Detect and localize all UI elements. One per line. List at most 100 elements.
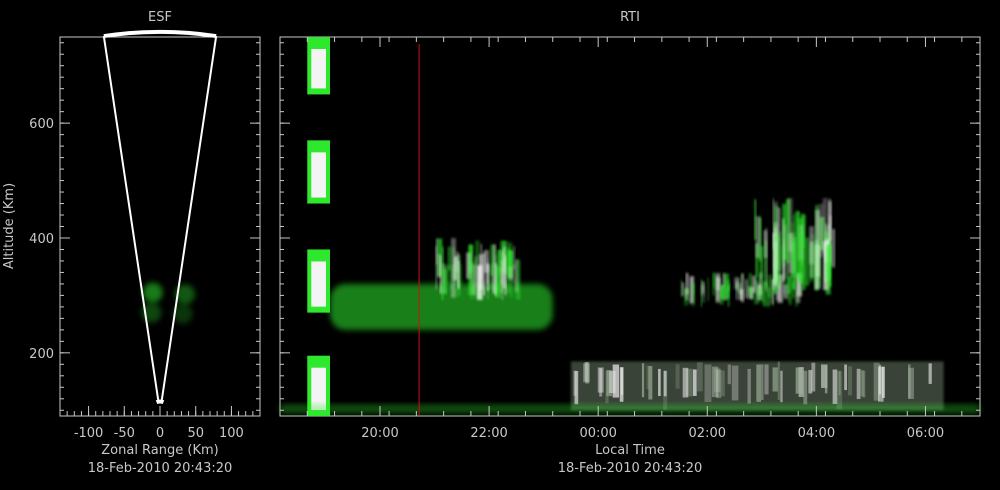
rti-echo-streak <box>908 367 914 399</box>
rti-echo-streak <box>836 371 843 410</box>
rti-x-tick-label: 04:00 <box>798 426 835 441</box>
rti-echo-streak <box>468 244 473 296</box>
rti-echo-streak <box>499 267 503 286</box>
rti-echo-streak <box>795 367 803 394</box>
rti-echo-streak <box>700 285 705 296</box>
rti-echo-streak <box>457 253 460 289</box>
fan-top-arc <box>103 29 217 39</box>
rti-echo-streak <box>832 228 835 268</box>
rti-echo-streak <box>691 283 696 307</box>
rti-echo-streak <box>447 246 451 271</box>
rti-echo-streak <box>619 367 624 402</box>
rti-title: RTI <box>620 10 640 25</box>
rti-echo-region <box>280 404 980 414</box>
rti-echo-streak <box>663 371 668 410</box>
rti-x-tick-label: 20:00 <box>361 426 398 441</box>
rti-echo-streak <box>756 364 761 402</box>
rti-echo-streak <box>658 368 661 397</box>
esf-y-axis-label: Altitude (Km) <box>2 183 17 269</box>
rti-echo-streak <box>783 224 787 279</box>
rti-echo-streak <box>722 273 725 289</box>
rti-echo-streak <box>681 282 685 296</box>
rti-x-tick-label: 02:00 <box>689 426 726 441</box>
rti-x-tick-label: 00:00 <box>579 426 616 441</box>
fan-bottom-arc <box>155 399 165 405</box>
rti-echo-streak <box>683 288 689 306</box>
rti-echo-streak <box>704 364 712 402</box>
esf-y-tick-label: 200 <box>29 347 54 362</box>
rti-echo-streak <box>748 273 752 294</box>
rti-echo-streak <box>747 368 751 404</box>
rti-echo-core <box>311 367 326 410</box>
rti-echo-streak <box>675 364 680 389</box>
rti-echo-streak <box>774 222 779 287</box>
rti-x-tick-label: 22:00 <box>470 426 507 441</box>
rti-echo-streak <box>761 279 764 303</box>
rti-echo-streak <box>727 284 730 307</box>
rti-x-tick-label: 06:00 <box>907 426 944 441</box>
esf-x-tick-label: -50 <box>114 426 135 441</box>
rti-echo-core <box>311 152 326 198</box>
rti-echo-streak <box>757 288 762 299</box>
esf-title: ESF <box>148 10 172 25</box>
rti-echo-streak <box>727 364 731 385</box>
rti-echo-streak <box>788 276 791 294</box>
rti-echo-streak <box>731 365 739 401</box>
rti-echo-streak <box>692 369 697 396</box>
rti-echo-streak <box>504 255 507 295</box>
rti-x-axis-label: Local Time <box>595 443 665 458</box>
rti-echo-streak <box>612 364 620 398</box>
rti-echo-streak <box>489 265 493 288</box>
rti-echo-streak <box>809 245 814 282</box>
rti-echo-streak <box>712 273 716 288</box>
rti-echo-streak <box>483 249 489 273</box>
rti-echo-streak <box>478 254 483 290</box>
rti-echo-streak <box>818 203 824 258</box>
rti-echo-streak <box>439 255 442 294</box>
rti-echo-streak <box>574 371 579 405</box>
rti-echo-streak <box>928 363 932 384</box>
rti-echo-streak <box>788 198 793 252</box>
rti-echo-streak <box>719 287 724 305</box>
rti-echo-streak <box>848 366 852 396</box>
rti-echo-streak <box>777 361 780 400</box>
rti-echo-streak <box>474 255 478 287</box>
rti-echo-streak <box>803 370 808 405</box>
rti-echo-streak <box>515 259 521 300</box>
rti-echo-streak <box>735 281 738 300</box>
esf-x-tick-label: 100 <box>219 426 244 441</box>
rti-echo-streak <box>739 289 744 301</box>
rti-echo-streak <box>844 364 848 391</box>
rti-echo-streak <box>435 238 438 265</box>
rti-plot-frame <box>279 36 981 417</box>
rti-echo-streak <box>878 366 884 402</box>
esf-y-tick-label: 400 <box>29 232 54 247</box>
rti-echo-streak <box>861 370 866 398</box>
rti-echo-core <box>311 49 326 89</box>
rti-echo-streak <box>707 277 710 302</box>
rti-echo-streak <box>759 246 764 280</box>
rti-echo-streak <box>761 364 764 401</box>
rti-echo-streak <box>764 364 769 395</box>
rti-timestamp: 18-Feb-2010 20:43:20 <box>558 461 703 476</box>
rti-echo-streak <box>641 363 645 398</box>
esf-x-tick-label: 0 <box>156 426 164 441</box>
esf-plot-frame <box>59 36 261 417</box>
rti-echo-streak <box>811 362 816 392</box>
esf-rti-figure: ESF -100 -50 0 50 100 200 400 600 Altitude (Km… <box>2 10 981 476</box>
rti-echo-streak <box>508 266 513 281</box>
rti-echo-streak <box>720 370 725 397</box>
rti-echo-streak <box>792 214 796 274</box>
esf-echo <box>142 282 163 303</box>
rti-echo-streak <box>824 366 828 394</box>
rti-echo-streak <box>682 367 689 398</box>
rti-echo-streak <box>767 274 773 298</box>
rti-echo-streak <box>772 367 778 392</box>
esf-x-axis-label: Zonal Range (Km) <box>101 443 218 458</box>
rti-echo-streak <box>828 199 832 241</box>
esf-x-tick-label: -100 <box>74 426 104 441</box>
rti-echo-streak <box>780 370 783 403</box>
rti-echo-streak <box>442 269 447 294</box>
esf-x-tick-label: 50 <box>187 426 204 441</box>
esf-timestamp: 18-Feb-2010 20:43:20 <box>88 461 233 476</box>
